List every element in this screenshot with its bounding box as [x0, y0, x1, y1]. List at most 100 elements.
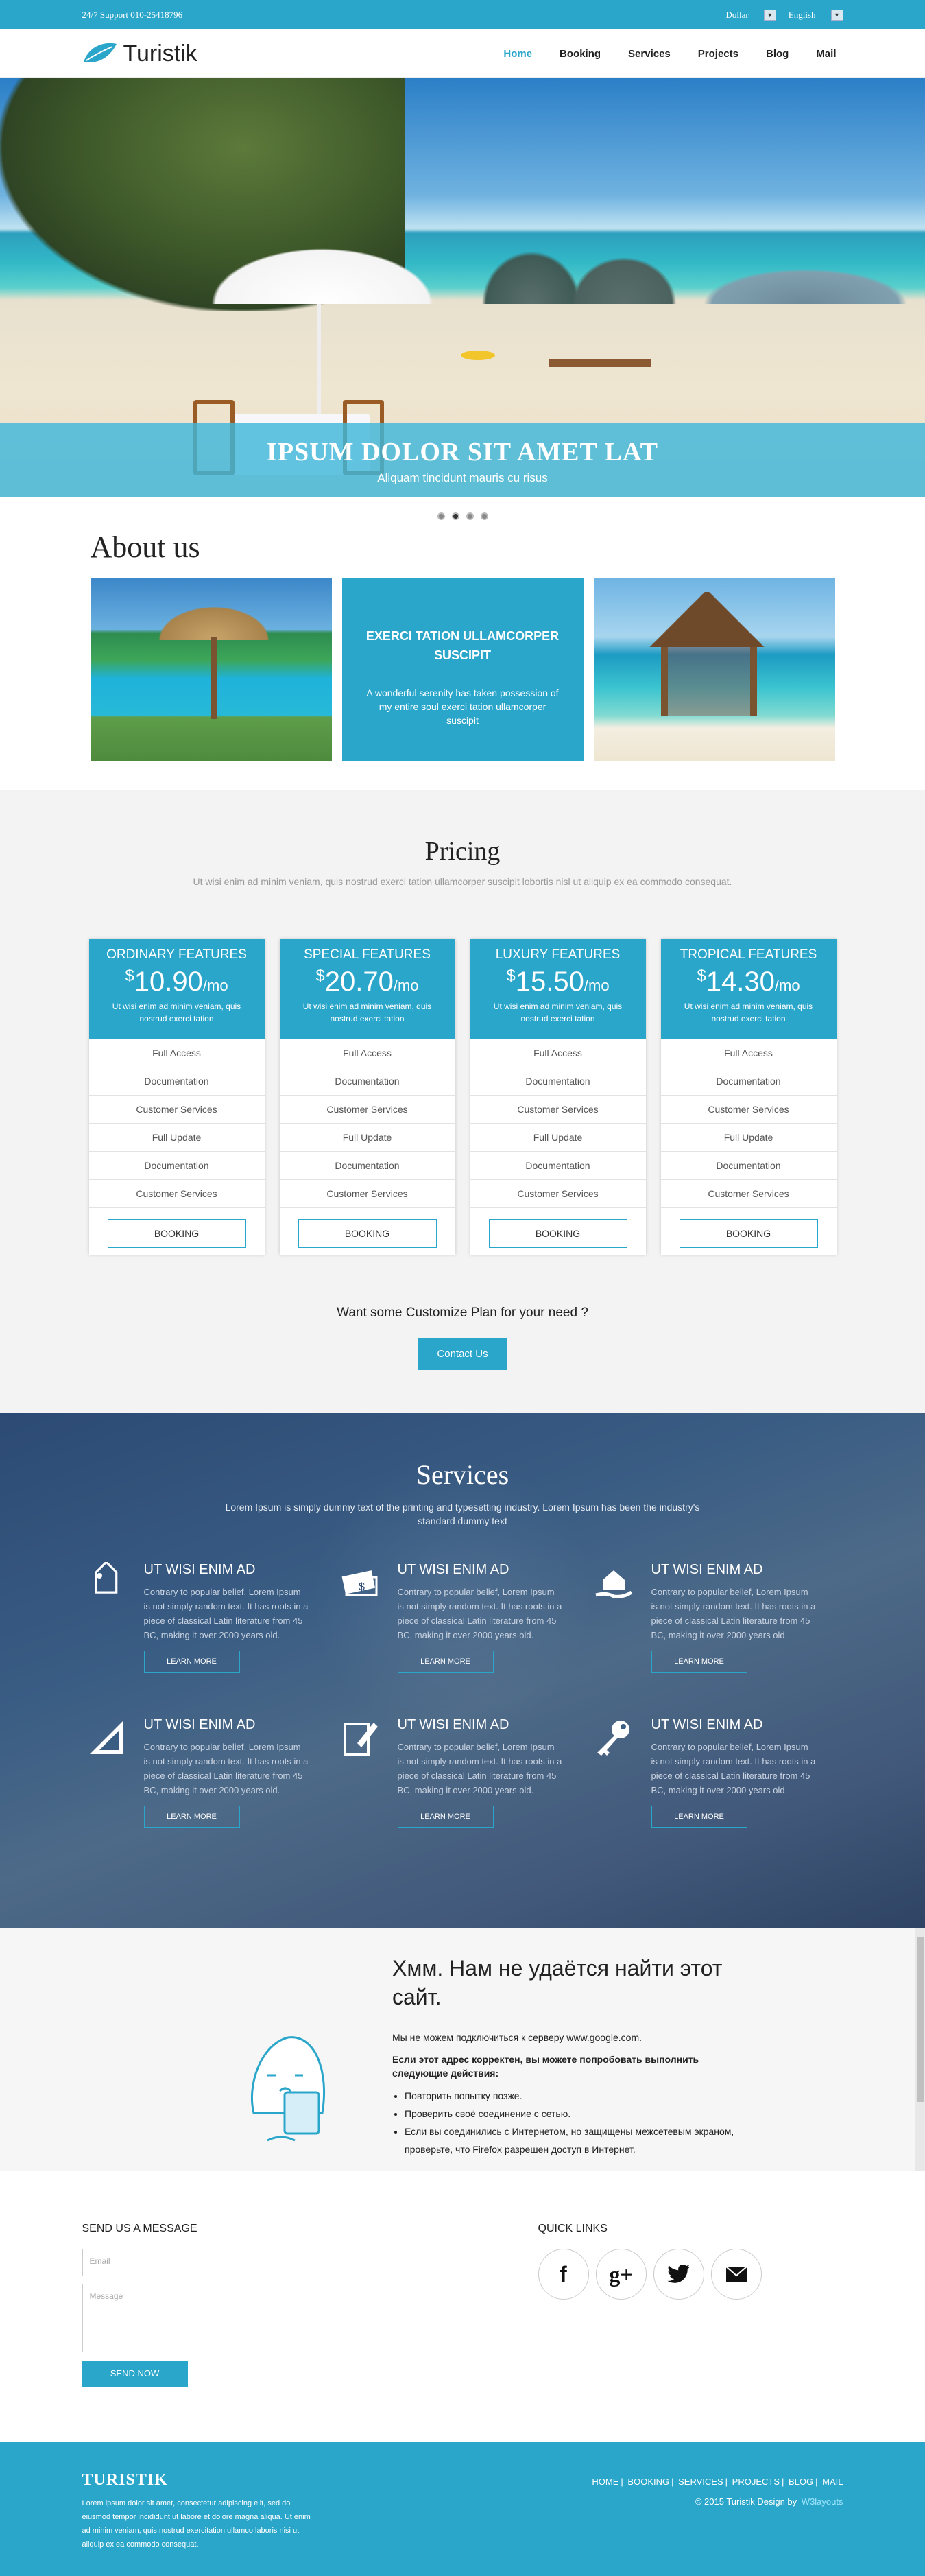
main-nav: Home Booking Services Projects Blog Mail: [490, 48, 843, 60]
twitter-icon[interactable]: [653, 2249, 704, 2300]
plan-price: $10.90/mo: [89, 967, 265, 997]
separator: |: [671, 2477, 674, 2487]
service-title: UT WISI ENIM AD: [651, 1717, 763, 1732]
services-subtitle: Lorem Ipsum is simply dummy text of the …: [225, 1502, 700, 1526]
embedded-map-error: Хмм. Нам не удаётся найти этот сайт. Мы …: [0, 1928, 925, 2171]
umbrella-pole: [211, 637, 217, 719]
message-field[interactable]: Message: [82, 2284, 387, 2352]
plan-feature: Customer Services: [88, 1180, 265, 1208]
google-plus-icon[interactable]: g+: [595, 2249, 647, 2300]
mail-icon[interactable]: [710, 2249, 762, 2300]
slider-dot[interactable]: [437, 512, 445, 520]
service-item: UT WISI ENIM AD Contrary to popular beli…: [82, 1562, 336, 1673]
nav-mail[interactable]: Mail: [802, 48, 843, 60]
slider-dot[interactable]: [466, 512, 474, 520]
pricing-section: Pricing Ut wisi enim ad minim veniam, qu…: [0, 790, 925, 1413]
learn-more-button[interactable]: LEARN MORE: [651, 1651, 747, 1673]
price-period: /mo: [202, 977, 228, 994]
ruler-icon: [82, 1717, 130, 1765]
email-field[interactable]: Email: [82, 2249, 387, 2276]
learn-more-button[interactable]: LEARN MORE: [397, 1651, 494, 1673]
about-box-text: A wonderful serenity has taken possessio…: [366, 687, 559, 726]
pricing-card: TROPICAL FEATURES $14.30/mo Ut wisi enim…: [660, 939, 837, 1255]
chevron-down-icon: ▼: [763, 9, 776, 21]
twitter-bird: [666, 2265, 690, 2283]
document-pen-icon: [336, 1717, 384, 1765]
price-amount: 15.50: [515, 967, 584, 997]
nav-booking[interactable]: Booking: [546, 48, 614, 60]
footer-brand: TURISTIK: [82, 2471, 168, 2489]
facebook-icon[interactable]: f: [538, 2249, 589, 2300]
footer-link-mail[interactable]: MAIL: [822, 2477, 843, 2487]
form-title: SEND US A MESSAGE: [82, 2223, 197, 2234]
pricing-card: LUXURY FEATURES $15.50/mo Ut wisi enim a…: [470, 939, 646, 1255]
footer-link-booking[interactable]: BOOKING: [627, 2477, 669, 2487]
currency-symbol: $: [315, 967, 325, 985]
error-tip: Повторить попытку позже.: [405, 2087, 749, 2105]
plan-name: LUXURY FEATURES: [495, 947, 621, 962]
designer-link[interactable]: W3layouts: [802, 2496, 843, 2507]
services-section: Services Lorem Ipsum is simply dummy tex…: [0, 1413, 925, 1928]
facebook-glyph: f: [560, 2261, 567, 2287]
footer-link-services[interactable]: SERVICES: [678, 2477, 723, 2487]
booking-button[interactable]: BOOKING: [107, 1219, 246, 1248]
scroll-thumb[interactable]: [917, 1937, 924, 2102]
language-select[interactable]: English ▼: [789, 9, 843, 21]
booking-button[interactable]: BOOKING: [488, 1219, 627, 1248]
separator: |: [621, 2477, 623, 2487]
svg-text:$: $: [359, 1581, 365, 1593]
footer-link-projects[interactable]: PROJECTS: [732, 2477, 780, 2487]
learn-more-button[interactable]: LEARN MORE: [651, 1806, 747, 1828]
booking-button[interactable]: BOOKING: [298, 1219, 437, 1248]
plan-price: $15.50/mo: [470, 967, 646, 997]
footer-link-blog[interactable]: BLOG: [789, 2477, 813, 2487]
service-text: Contrary to popular belief, Lorem Ipsum …: [143, 1742, 309, 1795]
plan-feature: Documentation: [279, 1067, 455, 1096]
pricing-card: SPECIAL FEATURES $20.70/mo Ut wisi enim …: [279, 939, 455, 1255]
learn-more-button[interactable]: LEARN MORE: [143, 1806, 240, 1828]
learn-more-button[interactable]: LEARN MORE: [397, 1806, 494, 1828]
plan-description: Ut wisi enim ad minim veniam, quis nostr…: [302, 1002, 432, 1024]
quick-links-title: QUICK LINKS: [538, 2223, 608, 2234]
plan-feature: Customer Services: [660, 1180, 837, 1208]
site-logo[interactable]: Turistik: [82, 40, 197, 67]
send-now-button[interactable]: SEND NOW: [82, 2361, 188, 2387]
currency-select[interactable]: Dollar ▼: [726, 9, 776, 21]
plan-description: Ut wisi enim ad minim veniam, quis nostr…: [112, 1002, 241, 1024]
nav-blog[interactable]: Blog: [752, 48, 802, 60]
contact-us-button[interactable]: Contact Us: [418, 1338, 507, 1370]
plan-feature: Full Update: [660, 1124, 837, 1152]
leaf-logo-icon: [83, 43, 117, 62]
contact-section: SEND US A MESSAGE Email Message SEND NOW…: [0, 2171, 925, 2442]
hero-island: [562, 249, 686, 304]
slider-dot[interactable]: [480, 512, 488, 520]
plan-feature: Documentation: [88, 1152, 265, 1180]
house-hand-icon: [590, 1562, 638, 1610]
plan-feature: Documentation: [660, 1067, 837, 1096]
plan-name: ORDINARY FEATURES: [106, 947, 247, 962]
pricing-subtitle: Ut wisi enim ad minim veniam, quis nostr…: [193, 876, 732, 887]
footer-link-home[interactable]: HOME: [592, 2477, 618, 2487]
booking-button[interactable]: BOOKING: [679, 1219, 818, 1248]
about-highlight-box: EXERCI TATION ULLAMCORPER SUSCIPIT A won…: [341, 578, 584, 761]
plan-description: Ut wisi enim ad minim veniam, quis nostr…: [493, 1002, 623, 1024]
plan-feature: Customer Services: [660, 1096, 837, 1124]
site-header: Turistik Home Booking Services Projects …: [0, 29, 925, 78]
service-item: UT WISI ENIM AD Contrary to popular beli…: [336, 1717, 590, 1828]
plan-feature: Full Access: [279, 1039, 455, 1067]
service-text: Contrary to popular belief, Lorem Ipsum …: [397, 1742, 562, 1795]
nav-home[interactable]: Home: [490, 48, 546, 60]
iframe-scrollbar[interactable]: [915, 1928, 925, 2171]
about-box-title: EXERCI TATION ULLAMCORPER SUSCIPIT: [365, 629, 560, 662]
plan-header: LUXURY FEATURES $15.50/mo Ut wisi enim a…: [470, 939, 646, 1039]
slider-dot-active[interactable]: [451, 512, 459, 520]
learn-more-button[interactable]: LEARN MORE: [143, 1651, 240, 1673]
plan-feature: Documentation: [88, 1067, 265, 1096]
nav-projects[interactable]: Projects: [684, 48, 752, 60]
error-line: Мы не можем подключиться к серверу www.g…: [392, 2032, 642, 2043]
price-period: /mo: [774, 977, 800, 994]
gazebo-image: [593, 578, 835, 761]
site-footer: TURISTIK Lorem ipsum dolor sit amet, con…: [0, 2442, 925, 2576]
nav-services[interactable]: Services: [614, 48, 684, 60]
separator: |: [782, 2477, 784, 2487]
